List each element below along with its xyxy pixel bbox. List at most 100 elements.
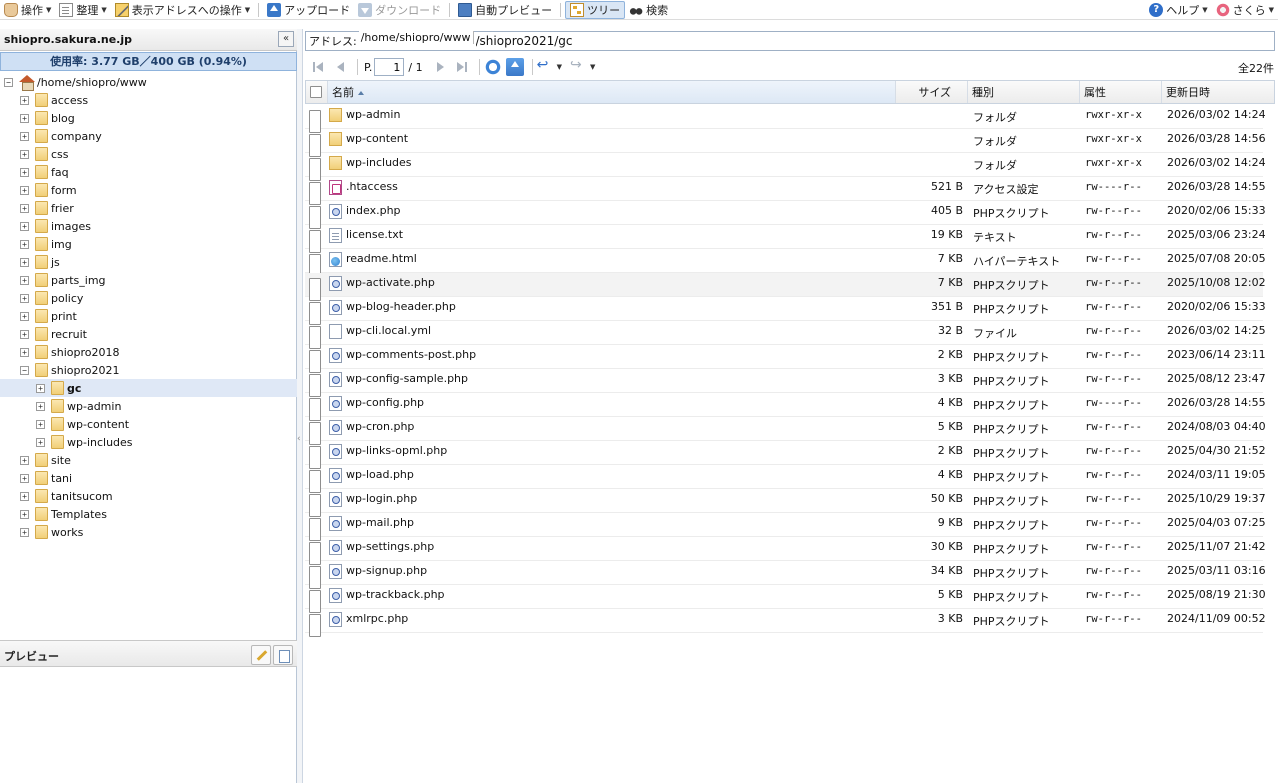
auto-preview-button[interactable]: 自動プレビュー bbox=[454, 0, 556, 20]
tree-item[interactable]: + works bbox=[20, 523, 83, 541]
table-row[interactable]: wp-blog-header.php 351 B PHPスクリプト rw-r--r--… bbox=[305, 297, 1266, 325]
expand-toggle-icon[interactable]: + bbox=[20, 95, 29, 105]
table-row[interactable]: wp-cli.local.yml 32 B ファイル rw-r--r-- 2026/03… bbox=[305, 321, 1266, 349]
tree-item[interactable]: + images bbox=[20, 217, 91, 235]
tree-item[interactable]: + tani bbox=[20, 469, 72, 487]
first-page-icon[interactable] bbox=[309, 58, 327, 76]
tree-item[interactable]: + site bbox=[20, 451, 71, 469]
file-name[interactable]: wp-comments-post.php bbox=[346, 345, 476, 368]
file-name[interactable]: readme.html bbox=[346, 249, 417, 272]
expand-toggle-icon[interactable]: + bbox=[36, 419, 45, 429]
table-row[interactable]: wp-content フォルダ rwxr-xr-x 2026/03/28 14:56 bbox=[305, 129, 1266, 157]
address-ops-menu[interactable]: 表示アドレスへの操作 ▼ bbox=[111, 0, 254, 20]
file-name[interactable]: wp-blog-header.php bbox=[346, 297, 456, 320]
table-row[interactable]: wp-links-opml.php 2 KB PHPスクリプト rw-r--r-- 20… bbox=[305, 441, 1266, 469]
expand-toggle-icon[interactable]: + bbox=[20, 491, 29, 501]
refresh-icon[interactable] bbox=[483, 58, 502, 76]
tree-item[interactable]: + form bbox=[20, 181, 77, 199]
table-row[interactable]: license.txt 19 KB テキスト rw-r--r-- 2025/03/06 … bbox=[305, 225, 1266, 253]
expand-toggle-icon[interactable]: + bbox=[20, 113, 29, 123]
tree-toggle-button[interactable]: ツリー bbox=[565, 0, 626, 19]
tree-item[interactable]: − shiopro2021 bbox=[20, 361, 119, 379]
table-row[interactable]: index.php 405 B PHPスクリプト rw-r--r-- 2020/02/0… bbox=[305, 201, 1266, 229]
tree-item[interactable]: + wp-includes bbox=[36, 433, 133, 451]
upload-button[interactable]: アップロード bbox=[263, 0, 354, 20]
expand-toggle-icon[interactable]: + bbox=[20, 455, 29, 465]
expand-toggle-icon[interactable]: + bbox=[20, 527, 29, 537]
download-button[interactable]: ダウンロード bbox=[354, 0, 445, 20]
tree-item[interactable]: + print bbox=[20, 307, 77, 325]
select-all-checkbox[interactable] bbox=[310, 86, 322, 98]
tree-item[interactable]: + Templates bbox=[20, 505, 107, 523]
tree-item[interactable]: + img bbox=[20, 235, 72, 253]
expand-toggle-icon[interactable]: + bbox=[20, 203, 29, 213]
tree-item[interactable]: + gc bbox=[0, 379, 297, 397]
page-number-input[interactable] bbox=[374, 58, 405, 76]
operations-menu[interactable]: 操作 ▼ bbox=[0, 0, 55, 20]
size-column-header[interactable]: サイズ bbox=[896, 81, 968, 103]
table-row[interactable]: wp-trackback.php 5 KB PHPスクリプト rw-r--r-- 202… bbox=[305, 585, 1266, 613]
tree-item[interactable]: + recruit bbox=[20, 325, 87, 343]
file-name[interactable]: wp-activate.php bbox=[346, 273, 435, 296]
file-name[interactable]: wp-settings.php bbox=[346, 537, 434, 560]
table-row[interactable]: wp-comments-post.php 2 KB PHPスクリプト rw-r--r-… bbox=[305, 345, 1266, 373]
expand-toggle-icon[interactable]: + bbox=[20, 275, 29, 285]
file-name[interactable]: wp-mail.php bbox=[346, 513, 414, 536]
file-name[interactable]: wp-load.php bbox=[346, 465, 414, 488]
tree-item[interactable]: + parts_img bbox=[20, 271, 106, 289]
search-button[interactable]: 検索 bbox=[625, 0, 672, 20]
file-name[interactable]: wp-content bbox=[346, 129, 408, 152]
table-row[interactable]: xmlrpc.php 3 KB PHPスクリプト rw-r--r-- 2024/11/0… bbox=[305, 609, 1266, 637]
expand-toggle-icon[interactable]: + bbox=[20, 293, 29, 303]
tree-item[interactable]: + shiopro2018 bbox=[20, 343, 119, 361]
attr-column-header[interactable]: 属性 bbox=[1080, 81, 1162, 103]
expand-toggle-icon[interactable]: + bbox=[20, 185, 29, 195]
table-row[interactable]: wp-cron.php 5 KB PHPスクリプト rw-r--r-- 2024/08/… bbox=[305, 417, 1266, 445]
expand-toggle-icon[interactable]: + bbox=[20, 149, 29, 159]
edit-preview-icon[interactable] bbox=[251, 645, 271, 665]
type-column-header[interactable]: 種別 bbox=[968, 81, 1080, 103]
row-checkbox[interactable] bbox=[309, 614, 321, 637]
file-name[interactable]: license.txt bbox=[346, 225, 403, 248]
forward-icon[interactable] bbox=[570, 57, 592, 76]
tree-root[interactable]: − /home/shiopro/www bbox=[4, 73, 147, 91]
address-root[interactable]: /home/shiopro/www bbox=[358, 30, 474, 44]
tree-item[interactable]: + css bbox=[20, 145, 69, 163]
tree-item[interactable]: + frier bbox=[20, 199, 74, 217]
file-name[interactable]: wp-login.php bbox=[346, 489, 417, 512]
tree-item[interactable]: + wp-content bbox=[36, 415, 129, 433]
next-page-icon[interactable] bbox=[431, 58, 449, 76]
open-preview-icon[interactable] bbox=[273, 645, 293, 665]
expand-toggle-icon[interactable]: + bbox=[20, 221, 29, 231]
table-row[interactable]: wp-signup.php 34 KB PHPスクリプト rw-r--r-- 2025/… bbox=[305, 561, 1266, 589]
expand-toggle-icon[interactable]: + bbox=[20, 347, 29, 357]
organize-menu[interactable]: 整理 ▼ bbox=[55, 0, 110, 20]
prev-page-icon[interactable] bbox=[331, 58, 349, 76]
tree-item[interactable]: + blog bbox=[20, 109, 75, 127]
file-name[interactable]: wp-config-sample.php bbox=[346, 369, 468, 392]
expand-toggle-icon[interactable]: − bbox=[20, 365, 29, 375]
table-row[interactable]: wp-admin フォルダ rwxr-xr-x 2026/03/02 14:24 bbox=[305, 105, 1266, 133]
file-name[interactable]: wp-trackback.php bbox=[346, 585, 445, 608]
expand-toggle-icon[interactable]: + bbox=[20, 329, 29, 339]
tree-item[interactable]: + js bbox=[20, 253, 60, 271]
file-name[interactable]: xmlrpc.php bbox=[346, 609, 408, 632]
file-name[interactable]: index.php bbox=[346, 201, 401, 224]
table-row[interactable]: wp-load.php 4 KB PHPスクリプト rw-r--r-- 2024/03/… bbox=[305, 465, 1266, 493]
table-row[interactable]: wp-mail.php 9 KB PHPスクリプト rw-r--r-- 2025/04/… bbox=[305, 513, 1266, 541]
expand-toggle-icon[interactable]: + bbox=[20, 239, 29, 249]
expand-toggle-icon[interactable]: + bbox=[36, 401, 45, 411]
expand-toggle-icon[interactable]: + bbox=[20, 311, 29, 321]
table-row[interactable]: wp-settings.php 30 KB PHPスクリプト rw-r--r-- 202… bbox=[305, 537, 1266, 565]
date-column-header[interactable]: 更新日時 bbox=[1162, 81, 1274, 103]
tree-item[interactable]: + access bbox=[20, 91, 88, 109]
table-row[interactable]: wp-config-sample.php 3 KB PHPスクリプト rw-r--r-… bbox=[305, 369, 1266, 397]
table-row[interactable]: wp-activate.php 7 KB PHPスクリプト rw-r--r-- 2025… bbox=[305, 273, 1266, 301]
expand-toggle-icon[interactable]: + bbox=[20, 257, 29, 267]
tree-item[interactable]: + wp-admin bbox=[36, 397, 121, 415]
expand-toggle-icon[interactable]: + bbox=[20, 509, 29, 519]
table-row[interactable]: wp-login.php 50 KB PHPスクリプト rw-r--r-- 2025/1… bbox=[305, 489, 1266, 517]
file-name[interactable]: wp-admin bbox=[346, 105, 400, 128]
tree-item[interactable]: + tanitsucom bbox=[20, 487, 113, 505]
file-name[interactable]: wp-signup.php bbox=[346, 561, 427, 584]
